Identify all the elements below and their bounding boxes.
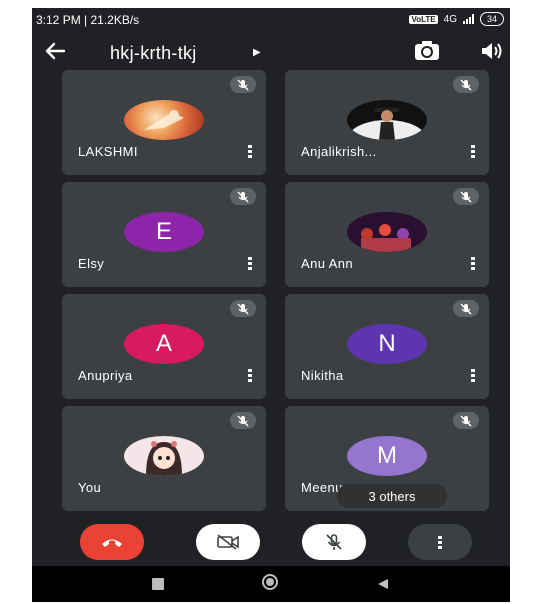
camera-off-icon (217, 534, 239, 550)
switch-camera-icon[interactable] (412, 38, 442, 64)
more-vert-icon[interactable] (248, 145, 252, 158)
more-options-button[interactable] (408, 524, 472, 560)
home-icon[interactable] (262, 574, 278, 590)
network-type: 4G (443, 13, 457, 25)
top-bar: hkj-krth-tkj ▶ (32, 34, 510, 70)
participant-tile[interactable]: Anjalikrish... (285, 70, 489, 175)
status-bar: 3:12 PM | 21.2KB/s VoLTE 4G 34 (32, 8, 510, 32)
more-vert-icon[interactable] (471, 145, 475, 158)
participant-tile[interactable]: A Anupriya (62, 294, 266, 399)
participant-name: Nikitha (301, 368, 344, 383)
status-time: 3:12 PM | 21.2KB/s (36, 13, 140, 27)
participant-avatar (347, 212, 427, 252)
mic-toggle-button[interactable] (302, 524, 366, 560)
participant-tile[interactable]: E Elsy (62, 182, 266, 287)
participant-name: Elsy (78, 256, 105, 271)
others-count-pill[interactable]: 3 others (337, 484, 447, 508)
participant-name: Anupriya (78, 368, 133, 383)
speaker-icon[interactable] (478, 38, 504, 64)
mic-off-icon (453, 76, 479, 93)
participant-tile[interactable]: LAKSHMI (62, 70, 266, 175)
battery-icon: 34 (479, 12, 504, 26)
participant-tile-self[interactable]: You (62, 406, 266, 511)
more-vert-icon[interactable] (248, 369, 252, 382)
mic-off-icon (230, 412, 256, 429)
mic-off-icon (230, 300, 256, 317)
more-vert-icon (438, 535, 442, 549)
participant-avatar: A (124, 324, 204, 364)
mic-off-icon (230, 188, 256, 205)
participant-tile[interactable]: Anu Ann (285, 182, 489, 287)
back-triangle-icon[interactable] (376, 577, 390, 591)
participant-name: Anu Ann (301, 256, 353, 271)
participant-avatar: N (347, 324, 427, 364)
participant-avatar (124, 100, 204, 140)
recents-icon[interactable] (152, 578, 164, 590)
mic-off-icon (453, 412, 479, 429)
participant-name: LAKSHMI (78, 144, 138, 159)
caret-right-icon[interactable]: ▶ (253, 47, 261, 58)
more-vert-icon[interactable] (248, 257, 252, 270)
signal-icon (462, 14, 474, 24)
participant-avatar (347, 100, 427, 140)
volte-icon: VoLTE (409, 14, 438, 24)
participant-name: Anjalikrish... (301, 144, 377, 159)
status-icons: VoLTE 4G 34 (409, 12, 504, 26)
participant-avatar: M (347, 436, 427, 476)
mic-off-icon (453, 300, 479, 317)
back-arrow-icon[interactable] (40, 36, 70, 66)
more-vert-icon[interactable] (471, 369, 475, 382)
meeting-code[interactable]: hkj-krth-tkj (110, 43, 197, 64)
meet-screen: 3:12 PM | 21.2KB/s VoLTE 4G 34 hkj-krth-… (32, 8, 510, 602)
mic-off-icon (453, 188, 479, 205)
participant-name: You (78, 480, 102, 495)
mic-off-icon (326, 534, 342, 550)
camera-toggle-button[interactable] (196, 524, 260, 560)
end-call-button[interactable] (80, 524, 144, 560)
more-vert-icon[interactable] (471, 257, 475, 270)
participant-avatar (124, 436, 204, 476)
android-nav-bar (32, 566, 510, 602)
participant-tile[interactable]: N Nikitha (285, 294, 489, 399)
end-call-icon (102, 539, 122, 547)
participant-avatar: E (124, 212, 204, 252)
mic-off-icon (230, 76, 256, 93)
